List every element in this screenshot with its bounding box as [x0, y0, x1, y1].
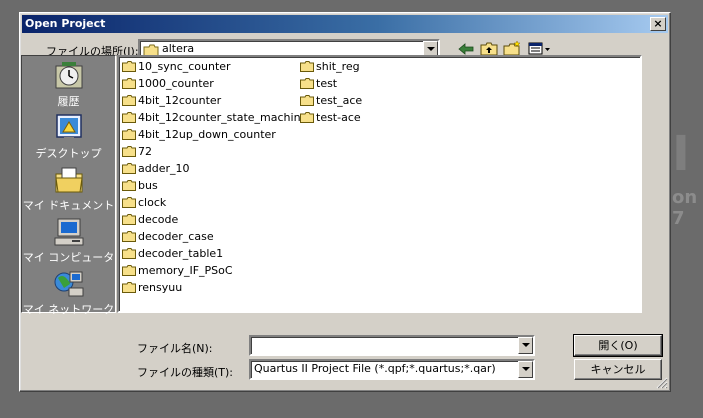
list-item-label: memory_IF_PSoC	[138, 264, 233, 277]
file-type-label: ファイルの種類(T):	[137, 366, 234, 379]
list-item-label: 4bit_12counter_state_machine	[138, 111, 308, 124]
list-item[interactable]: decode	[121, 211, 307, 228]
place-my-computer-label: マイ コンピュータ	[22, 251, 115, 264]
place-my-computer[interactable]: マイ コンピュータ	[22, 216, 115, 266]
list-item-label: shit_reg	[316, 60, 360, 73]
file-column-2: shit_regtest test_ace test-ace	[299, 58, 362, 126]
list-item[interactable]: 4bit_12counter	[121, 92, 307, 109]
look-in-value: altera	[162, 42, 195, 55]
list-item-label: decode	[138, 213, 179, 226]
background-text: on 7	[672, 187, 698, 229]
list-item[interactable]: 4bit_12counter_state_machine	[121, 109, 307, 126]
place-history-label: 履歴	[57, 95, 80, 108]
place-history[interactable]: 履歴	[22, 60, 115, 110]
list-item-label: test_ace	[316, 94, 363, 107]
folder-icon	[122, 180, 136, 191]
file-name-combo[interactable]	[249, 335, 535, 356]
list-item[interactable]: 1000_counter	[121, 75, 307, 92]
history-icon	[55, 62, 83, 89]
list-item-label: clock	[138, 196, 167, 209]
open-button[interactable]: 開く(O)	[573, 334, 663, 357]
file-column-1: 10_sync_counter 1000_counter 4bit_12counte…	[121, 58, 307, 296]
folder-icon	[122, 248, 136, 259]
list-item[interactable]: bus	[121, 177, 307, 194]
list-item-label: 4bit_12counter	[138, 94, 222, 107]
list-item[interactable]: memory_IF_PSoC	[121, 262, 307, 279]
list-item-label: decoder_table1	[138, 247, 224, 260]
desktop-icon	[56, 114, 82, 141]
folder-icon	[122, 265, 136, 276]
file-type-dropdown-button[interactable]	[518, 361, 533, 378]
file-list[interactable]: 10_sync_counter 1000_counter 4bit_12counte…	[117, 55, 642, 313]
my-computer-icon	[54, 218, 84, 246]
list-item[interactable]: test_ace	[299, 92, 362, 109]
folder-icon	[122, 112, 136, 123]
place-my-network-label: マイ ネットワーク	[22, 303, 115, 316]
list-item-label: test-ace	[316, 111, 361, 124]
places-bar: 履歴 デスクトップ マイ ドキュメント マイ コンピュータ マイ ネットワーク	[21, 55, 116, 316]
file-type-combo[interactable]: Quartus II Project File (*.qpf;*.quartus…	[249, 359, 535, 380]
list-item-label: 10_sync_counter	[138, 60, 231, 73]
list-item[interactable]: adder_10	[121, 160, 307, 177]
cancel-button[interactable]: キャンセル	[574, 359, 662, 380]
file-name-label: ファイル名(N):	[137, 342, 213, 355]
folder-icon	[122, 61, 136, 72]
place-desktop[interactable]: デスクトップ	[22, 112, 115, 162]
list-item[interactable]: clock	[121, 194, 307, 211]
list-item-label: 72	[138, 145, 152, 158]
list-item[interactable]: 72	[121, 143, 307, 160]
list-item[interactable]: 10_sync_counter	[121, 58, 307, 75]
close-button[interactable]: ×	[650, 17, 666, 31]
folder-icon	[122, 231, 136, 242]
dialog-title: Open Project	[25, 17, 106, 30]
background-glyph: I	[672, 126, 690, 182]
list-item[interactable]: decoder_case	[121, 228, 307, 245]
list-item[interactable]: test-ace	[299, 109, 362, 126]
file-name-dropdown-button[interactable]	[518, 337, 533, 354]
place-my-documents[interactable]: マイ ドキュメント	[22, 164, 115, 214]
folder-icon	[300, 61, 314, 72]
list-item-label: rensyuu	[138, 281, 183, 294]
list-item[interactable]: decoder_table1	[121, 245, 307, 262]
list-item[interactable]: rensyuu	[121, 279, 307, 296]
folder-icon	[122, 146, 136, 157]
place-desktop-label: デスクトップ	[35, 147, 102, 160]
list-item-label: adder_10	[138, 162, 190, 175]
folder-icon	[122, 282, 136, 293]
place-my-documents-label: マイ ドキュメント	[22, 199, 115, 212]
title-bar[interactable]: Open Project ×	[22, 15, 668, 33]
folder-icon	[300, 112, 314, 123]
list-item-label: 1000_counter	[138, 77, 214, 90]
list-item-label: test	[316, 77, 338, 90]
file-type-value: Quartus II Project File (*.qpf;*.quartus…	[254, 362, 496, 375]
folder-icon	[122, 129, 136, 140]
list-item[interactable]: 4bit_12up_down_counter	[121, 126, 307, 143]
my-documents-icon	[55, 167, 83, 193]
list-item-label: bus	[138, 179, 158, 192]
folder-icon	[122, 95, 136, 106]
folder-icon	[300, 78, 314, 89]
folder-icon	[300, 95, 314, 106]
close-icon: ×	[653, 17, 663, 30]
list-item[interactable]: shit_reg	[299, 58, 362, 75]
folder-icon	[122, 78, 136, 89]
list-item[interactable]: test	[299, 75, 362, 92]
list-item-label: decoder_case	[138, 230, 214, 243]
folder-icon	[122, 214, 136, 225]
my-network-icon	[54, 271, 84, 297]
folder-icon	[122, 163, 136, 174]
list-item-label: 4bit_12up_down_counter	[138, 128, 276, 141]
place-my-network[interactable]: マイ ネットワーク	[22, 268, 115, 318]
folder-icon	[122, 197, 136, 208]
resize-grip-icon[interactable]	[656, 377, 668, 389]
